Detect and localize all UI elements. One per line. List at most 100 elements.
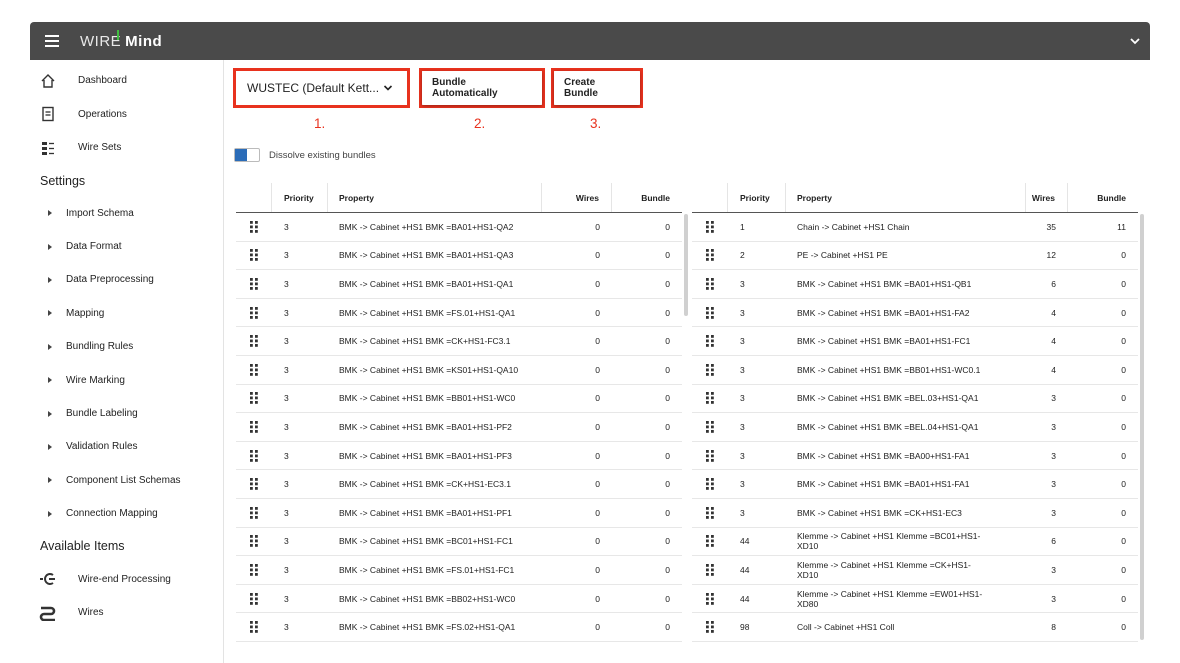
drag-handle[interactable] [692,499,728,527]
sidebar-item-validation-rules[interactable]: Validation Rules [30,430,223,463]
column-header-wires[interactable]: Wires [542,183,612,212]
table-row[interactable]: 3 BMK -> Cabinet +HS1 BMK =BB01+HS1-WC0.1… [692,356,1138,385]
drag-handle[interactable] [692,299,728,327]
table-row[interactable]: 3 BMK -> Cabinet +HS1 BMK =CK+HS1-EC3.1 0 0 [236,470,682,499]
table-row[interactable]: 3 BMK -> Cabinet +HS1 BMK =BA01+HS1-PF2 0 0 [236,413,682,442]
table-row[interactable]: 3 BMK -> Cabinet +HS1 BMK =BEL.04+HS1-QA1… [692,413,1138,442]
drag-handle[interactable] [236,413,272,441]
drag-handle[interactable] [692,528,728,556]
drag-handle[interactable] [692,270,728,298]
drag-handle[interactable] [236,242,272,270]
sidebar-item-dashboard[interactable]: Dashboard [30,64,223,98]
cell-property: BMK -> Cabinet +HS1 BMK =BEL.04+HS1-QA1 [797,421,979,432]
bundle-automatically-button[interactable]: Bundle Automatically [422,71,542,105]
drag-handle[interactable] [692,327,728,355]
drag-handle[interactable] [236,327,272,355]
drag-handle[interactable] [692,213,728,241]
create-bundle-button[interactable]: Create Bundle [554,71,640,105]
drag-handle[interactable] [236,613,272,641]
drag-handle[interactable] [236,356,272,384]
table-row[interactable]: 44 Klemme -> Cabinet +HS1 Klemme =EW01+HS… [692,585,1138,614]
expand-arrow-icon [48,510,52,517]
dissolve-bundles-toggle[interactable] [234,148,260,162]
cell-property: BMK -> Cabinet +HS1 BMK =BA01+HS1-FA1 [797,479,970,490]
drag-handle[interactable] [236,470,272,498]
table-row[interactable]: 3 BMK -> Cabinet +HS1 BMK =FS.02+HS1-QA1 0… [236,613,682,642]
table-row[interactable]: 3 BMK -> Cabinet +HS1 BMK =FS.01+HS1-QA1 0… [236,299,682,328]
table-row[interactable]: 3 BMK -> Cabinet +HS1 BMK =CK+HS1-FC3.1 0 0 [236,327,682,356]
table-row[interactable]: 3 BMK -> Cabinet +HS1 BMK =CK+HS1-EC3 3 0 [692,499,1138,528]
expand-arrow-icon [48,343,52,350]
sidebar-item-bundling-rules[interactable]: Bundling Rules [30,330,223,363]
column-header-priority[interactable]: Priority [728,183,786,212]
column-header-property[interactable]: Property [328,183,542,212]
drag-handle[interactable] [236,385,272,413]
sidebar-item-label: Component List Schemas [66,474,181,486]
table-row[interactable]: 44 Klemme -> Cabinet +HS1 Klemme =BC01+HS… [692,528,1138,557]
table-row[interactable]: 3 BMK -> Cabinet +HS1 BMK =BA01+HS1-QA2 0 0 [236,213,682,242]
chevron-down-icon[interactable] [1128,34,1142,48]
drag-handle[interactable] [692,556,728,584]
table-row[interactable]: 44 Klemme -> Cabinet +HS1 Klemme =CK+HS1-… [692,556,1138,585]
table-row[interactable]: 3 BMK -> Cabinet +HS1 BMK =BA01+HS1-QA3 0 0 [236,242,682,271]
sidebar-item-data-format[interactable]: Data Format [30,230,223,263]
column-header-property[interactable]: Property [786,183,1026,212]
column-header-bundle[interactable]: Bundle [1068,183,1138,212]
table-row[interactable]: 3 BMK -> Cabinet +HS1 BMK =BA01+HS1-QA1 0 0 [236,270,682,299]
sidebar-item-connection-mapping[interactable]: Connection Mapping [30,497,223,530]
drag-handle[interactable] [692,613,728,641]
menu-icon[interactable] [34,22,70,60]
drag-handle[interactable] [236,299,272,327]
cell-property: BMK -> Cabinet +HS1 BMK =FS.01+HS1-QA1 [339,307,516,318]
column-header-wires[interactable]: Wires [1026,183,1068,212]
column-header-priority[interactable]: Priority [272,183,328,212]
drag-handle[interactable] [692,470,728,498]
table-row[interactable]: 3 BMK -> Cabinet +HS1 BMK =BA01+HS1-QB1 6 0 [692,270,1138,299]
rule-set-select[interactable]: WUSTEC (Default Kett... [233,68,410,108]
sidebar-item-component-list-schemas[interactable]: Component List Schemas [30,464,223,497]
sidebar-item-wire-sets[interactable]: Wire Sets [30,131,223,165]
table-row[interactable]: 3 BMK -> Cabinet +HS1 BMK =BA01+HS1-FA2 4 0 [692,299,1138,328]
table-row[interactable]: 3 BMK -> Cabinet +HS1 BMK =BB02+HS1-WC0 0 0 [236,585,682,614]
sidebar-item-wire-end-processing[interactable]: Wire-end Processing [30,562,223,596]
drag-handle[interactable] [692,413,728,441]
sidebar-item-wires[interactable]: Wires [30,596,223,630]
cell-wires: 0 [595,564,600,575]
drag-handle-icon [250,363,258,376]
table-row[interactable]: 1 Chain -> Cabinet +HS1 Chain 35 11 [692,213,1138,242]
drag-handle[interactable] [236,556,272,584]
table-row[interactable]: 3 BMK -> Cabinet +HS1 BMK =BEL.03+HS1-QA1… [692,385,1138,414]
drag-handle[interactable] [236,528,272,556]
sidebar-item-operations[interactable]: Operations [30,98,223,132]
drag-handle[interactable] [692,585,728,613]
table-row[interactable]: 3 BMK -> Cabinet +HS1 BMK =BA01+HS1-FC1 4 0 [692,327,1138,356]
table-row[interactable]: 3 BMK -> Cabinet +HS1 BMK =BC01+HS1-FC1 0 0 [236,528,682,557]
sidebar-item-bundle-labeling[interactable]: Bundle Labeling [30,397,223,430]
column-header-bundle[interactable]: Bundle [612,183,682,212]
drag-handle[interactable] [692,442,728,470]
sidebar-item-wire-marking[interactable]: Wire Marking [30,363,223,396]
drag-handle[interactable] [236,585,272,613]
table-row[interactable]: 3 BMK -> Cabinet +HS1 BMK =BA01+HS1-PF1 0 0 [236,499,682,528]
cell-bundle: 0 [1121,564,1126,575]
drag-handle[interactable] [236,270,272,298]
table-row[interactable]: 98 Coll -> Cabinet +HS1 Coll 8 0 [692,613,1138,642]
sidebar-item-import-schema[interactable]: Import Schema [30,197,223,230]
table-row[interactable]: 3 BMK -> Cabinet +HS1 BMK =BA01+HS1-FA1 3 0 [692,470,1138,499]
table-row[interactable]: 3 BMK -> Cabinet +HS1 BMK =BB01+HS1-WC0 0 0 [236,385,682,414]
table-row[interactable]: 3 BMK -> Cabinet +HS1 BMK =FS.01+HS1-FC1 0… [236,556,682,585]
table-row[interactable]: 3 BMK -> Cabinet +HS1 BMK =KS01+HS1-QA10 0… [236,356,682,385]
left-table-scrollbar[interactable] [684,214,688,316]
drag-handle[interactable] [692,242,728,270]
right-table-scrollbar[interactable] [1140,214,1144,640]
table-row[interactable]: 2 PE -> Cabinet +HS1 PE 12 0 [692,242,1138,271]
drag-handle[interactable] [236,442,272,470]
sidebar-item-data-preprocessing[interactable]: Data Preprocessing [30,263,223,296]
drag-handle[interactable] [692,356,728,384]
drag-handle[interactable] [236,499,272,527]
drag-handle[interactable] [236,213,272,241]
drag-handle[interactable] [692,385,728,413]
table-row[interactable]: 3 BMK -> Cabinet +HS1 BMK =BA00+HS1-FA1 3 0 [692,442,1138,471]
sidebar-item-mapping[interactable]: Mapping [30,297,223,330]
table-row[interactable]: 3 BMK -> Cabinet +HS1 BMK =BA01+HS1-PF3 0 0 [236,442,682,471]
